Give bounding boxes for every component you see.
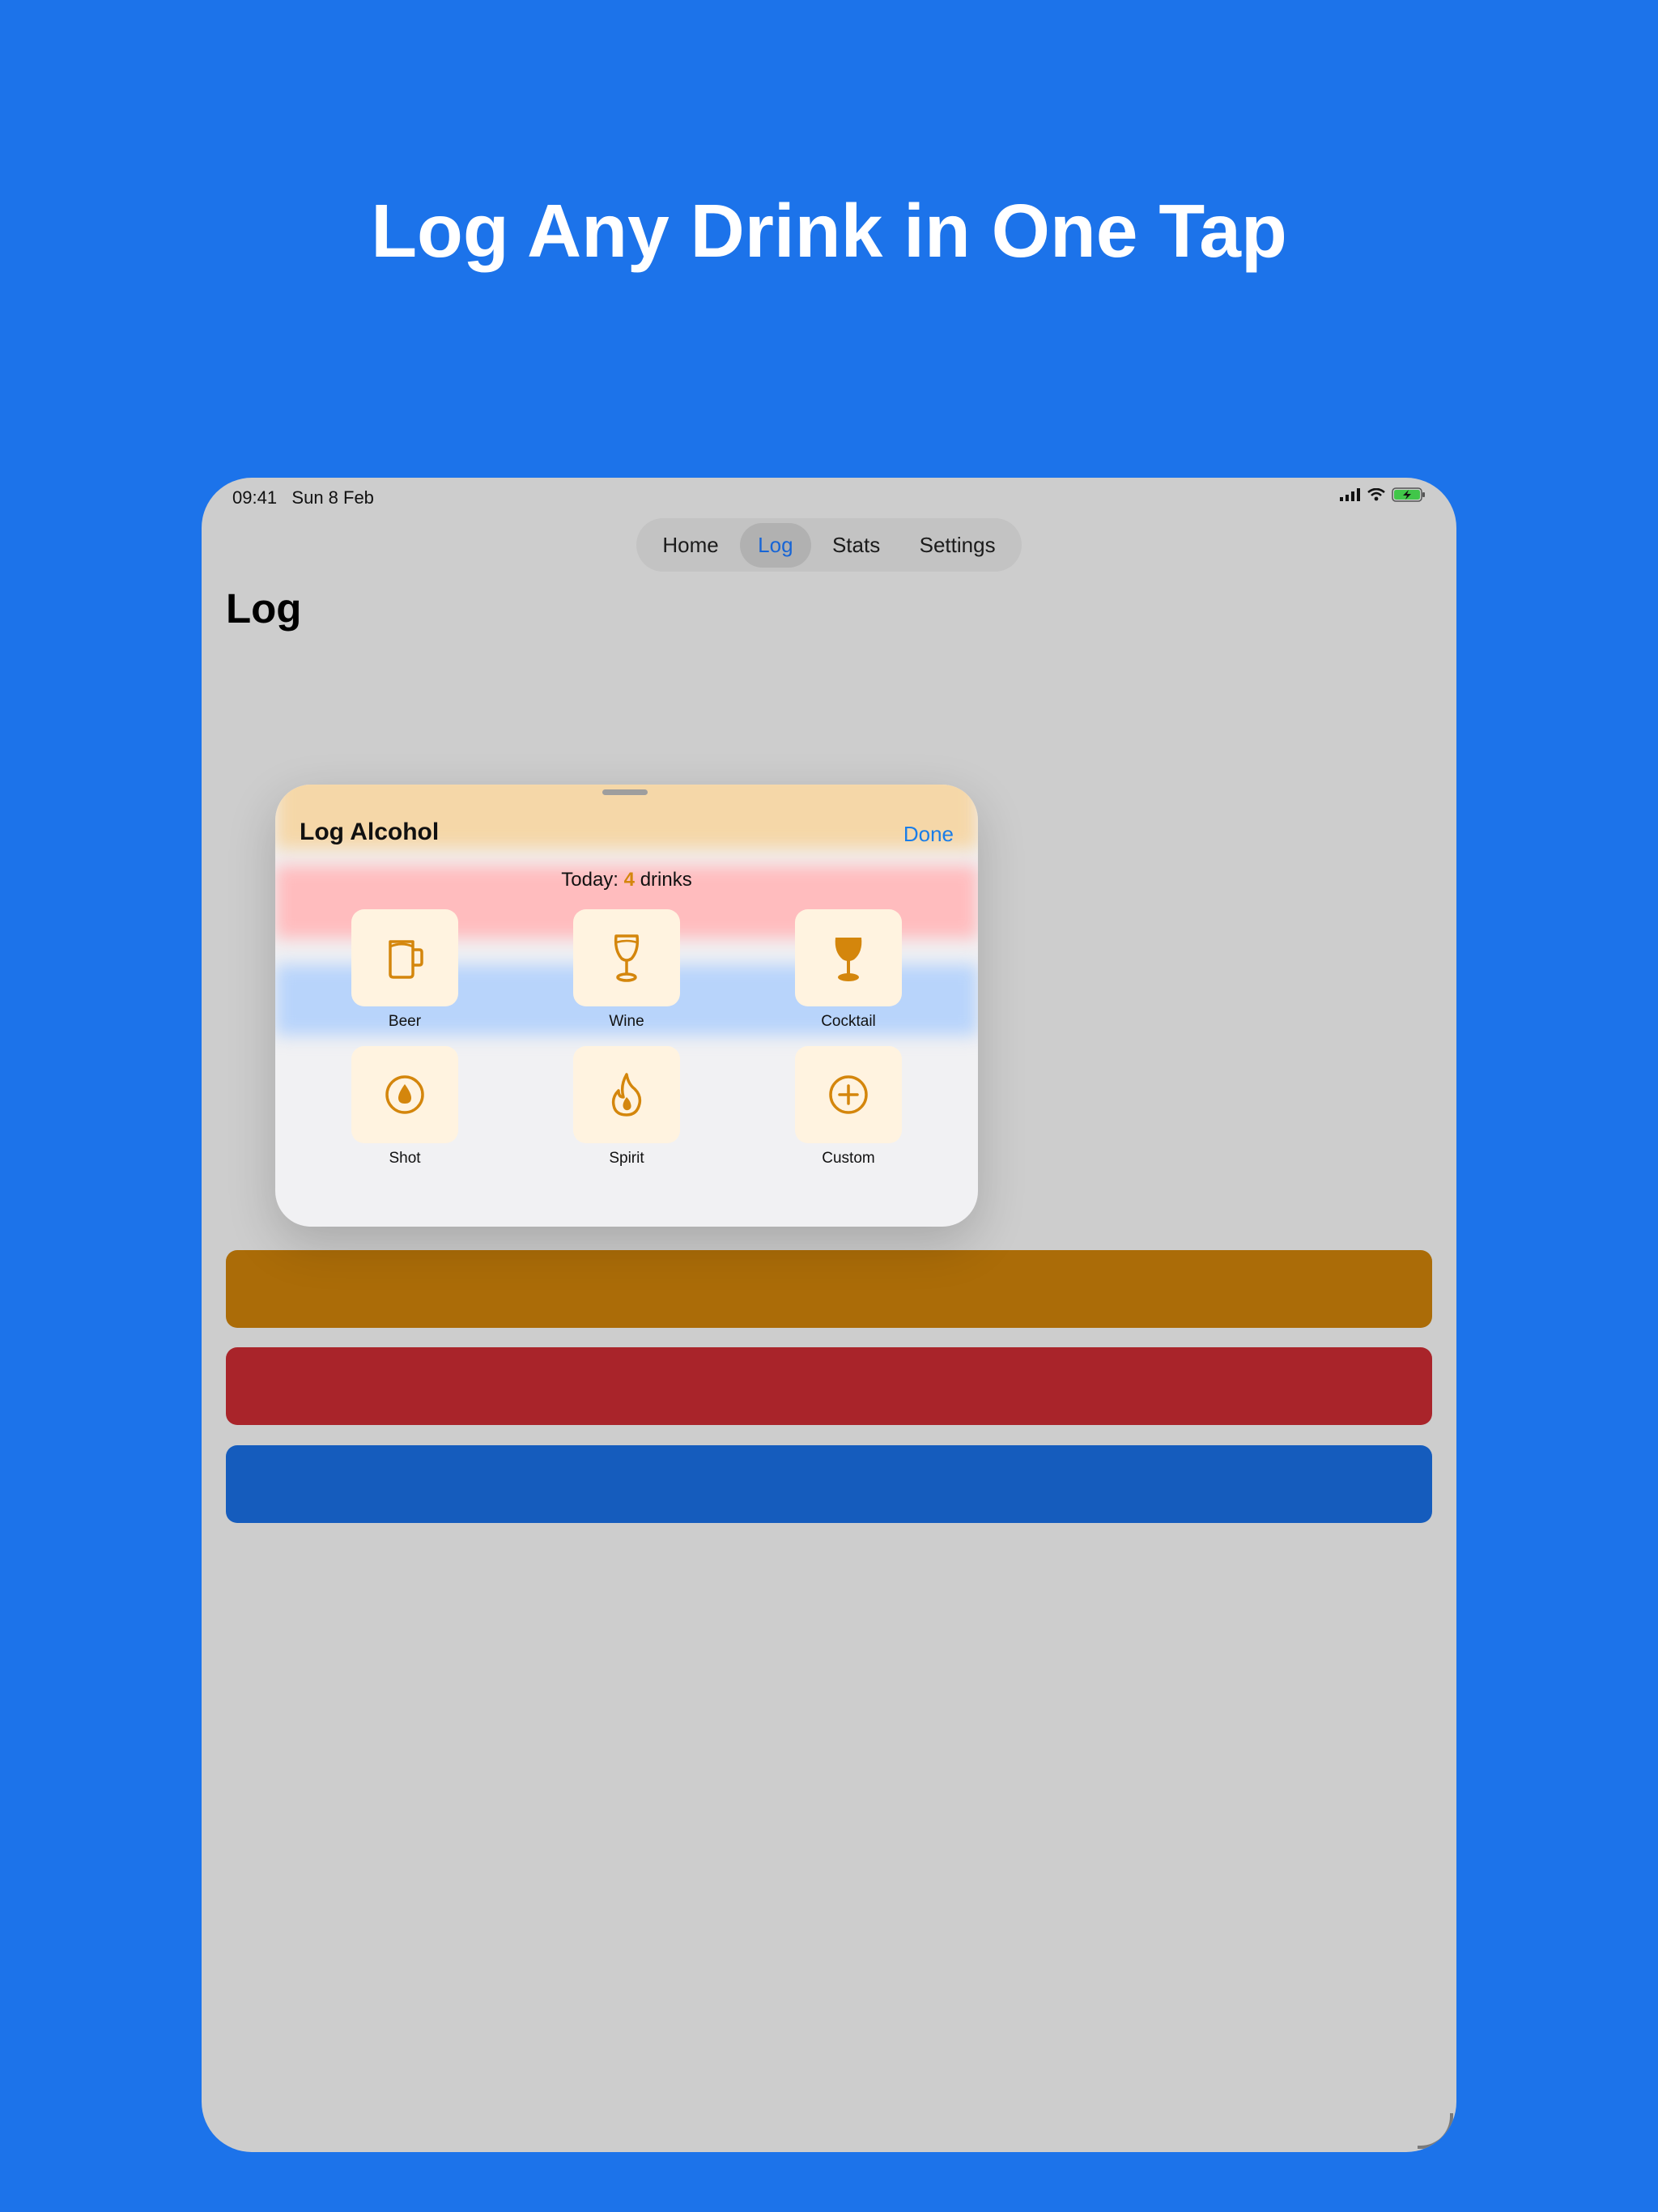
today-prefix: Today: — [561, 869, 619, 891]
wine-glass-icon — [614, 934, 640, 982]
secondary-action-button[interactable] — [226, 1347, 1432, 1425]
today-count: 4 — [623, 869, 636, 891]
status-time: 09:41 — [232, 487, 278, 508]
log-alcohol-sheet: Log Alcohol Done Today: 4 drinks Beer Wi… — [275, 785, 978, 1227]
done-button[interactable]: Done — [903, 822, 954, 847]
today-summary: Today: 4 drinks — [275, 869, 978, 891]
drink-tile-cocktail[interactable] — [795, 909, 902, 1006]
drink-label-custom: Custom — [822, 1150, 875, 1167]
tab-log[interactable]: Log — [740, 522, 811, 568]
status-date: Sun 8 Feb — [291, 487, 374, 508]
tab-stats[interactable]: Stats — [814, 523, 898, 568]
mug-icon — [389, 940, 423, 979]
flame-icon — [611, 1073, 642, 1117]
tab-home[interactable]: Home — [644, 523, 736, 568]
tab-bar: Home Log Stats Settings — [636, 518, 1022, 572]
drop-icon — [385, 1075, 424, 1114]
log-alcohol-action-button[interactable] — [226, 1250, 1432, 1328]
tertiary-action-button[interactable] — [226, 1445, 1432, 1523]
drink-label-cocktail: Cocktail — [821, 1013, 876, 1030]
drink-label-beer: Beer — [388, 1013, 422, 1030]
headline: Log Any Drink in One Tap — [371, 189, 1287, 273]
wifi-icon — [1367, 488, 1385, 501]
plus-circle-icon — [829, 1075, 868, 1114]
drink-tile-wine[interactable] — [573, 909, 680, 1006]
device-corner-indicator — [1418, 2113, 1453, 2149]
today-suffix: drinks — [640, 869, 692, 891]
battery-charging-icon — [1392, 487, 1425, 502]
sheet-grabber[interactable] — [602, 789, 648, 795]
status-icons — [1340, 487, 1426, 502]
status-time-date: 09:41 Sun 8 Feb — [232, 487, 374, 508]
device-frame: 09:41 Sun 8 Feb Home Log Stats Settings … — [202, 478, 1456, 2152]
drink-label-shot: Shot — [389, 1150, 421, 1167]
drink-tile-beer[interactable] — [351, 909, 458, 1006]
drink-label-wine: Wine — [609, 1013, 644, 1030]
cocktail-glass-icon — [835, 938, 862, 981]
page-title: Log — [226, 585, 302, 632]
tab-settings[interactable]: Settings — [902, 523, 1014, 568]
cellular-signal-icon — [1340, 488, 1360, 501]
drink-tile-shot[interactable] — [351, 1046, 458, 1143]
drink-tile-spirit[interactable] — [573, 1046, 680, 1143]
drink-tile-custom[interactable] — [795, 1046, 902, 1143]
sheet-title: Log Alcohol — [300, 819, 440, 845]
drink-label-spirit: Spirit — [609, 1150, 644, 1167]
